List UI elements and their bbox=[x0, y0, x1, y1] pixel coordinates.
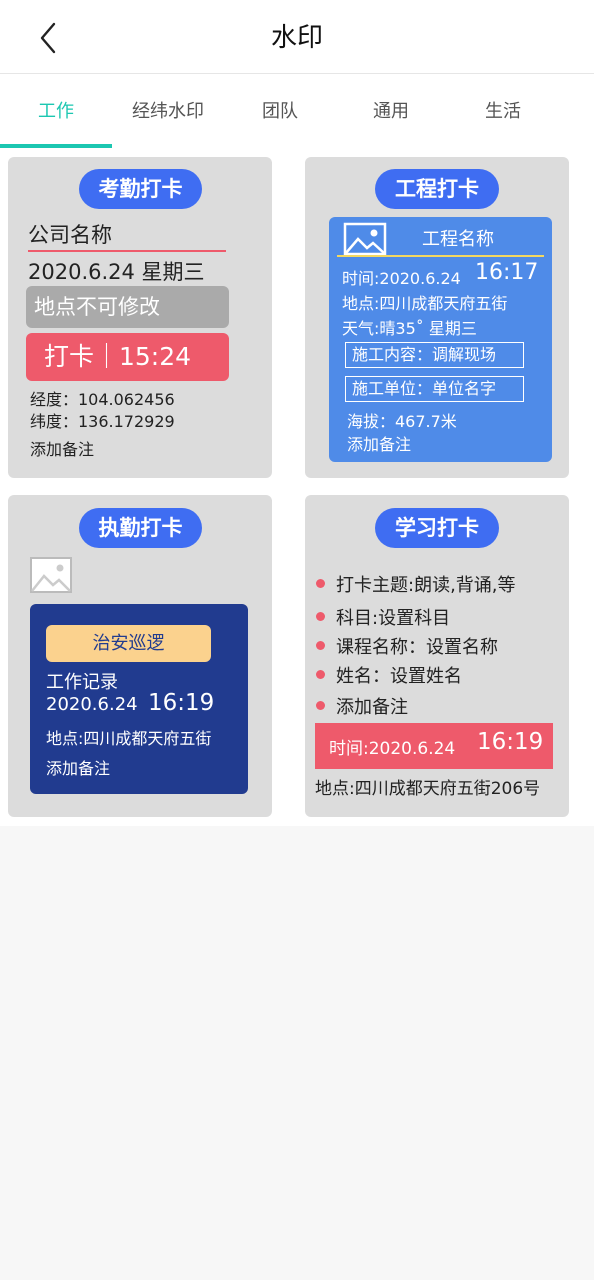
add-note: 添加备注 bbox=[30, 440, 95, 459]
card-duty[interactable]: 执勤打卡 治安巡逻 工作记录 2020.6.24 16:19 地点:四川成都天府… bbox=[8, 495, 272, 817]
card-title-pill: 考勤打卡 bbox=[79, 169, 202, 209]
project-name: 工程名称 bbox=[422, 229, 494, 250]
time: 16:19 bbox=[148, 690, 215, 716]
bullet-dot bbox=[316, 670, 325, 679]
construction-unit: 施工单位：单位名字 bbox=[345, 376, 524, 402]
red-divider bbox=[28, 250, 226, 252]
add-note: 添加备注 bbox=[347, 435, 412, 454]
tab-life[interactable]: 生活 bbox=[447, 74, 559, 148]
card-title-pill: 学习打卡 bbox=[375, 508, 499, 548]
company-name: 公司名称 bbox=[28, 223, 112, 247]
latitude: 纬度：136.172929 bbox=[30, 412, 175, 431]
tab-general[interactable]: 通用 bbox=[335, 74, 447, 148]
study-topic: 打卡主题:朗读,背诵,等 bbox=[336, 575, 516, 596]
work-record: 工作记录 bbox=[46, 672, 118, 693]
page-title: 水印 bbox=[270, 23, 323, 53]
add-note: 添加备注 bbox=[46, 759, 111, 778]
tab-team[interactable]: 团队 bbox=[224, 74, 336, 148]
study-subject: 科目:设置科目 bbox=[336, 608, 451, 629]
study-name: 姓名：设置姓名 bbox=[336, 666, 462, 687]
duty-watermark-box: 治安巡逻 工作记录 2020.6.24 16:19 地点:四川成都天府五街 添加… bbox=[30, 604, 248, 794]
card-attendance[interactable]: 考勤打卡 公司名称 2020.6.24 星期三 地点不可修改 打卡｜15:24 … bbox=[8, 157, 272, 478]
altitude: 海拔：467.7米 bbox=[347, 412, 457, 431]
bullet-dot bbox=[316, 641, 325, 650]
image-icon bbox=[30, 557, 72, 593]
punch-time-button: 打卡｜15:24 bbox=[26, 333, 229, 381]
time-value: 16:19 bbox=[477, 729, 544, 755]
date-weekday: 2020.6.24 星期三 bbox=[28, 260, 205, 284]
bullet-dot bbox=[316, 612, 325, 621]
location: 地点:四川成都天府五街 bbox=[342, 294, 508, 313]
image-icon bbox=[343, 222, 387, 256]
time-value: 16:17 bbox=[475, 260, 539, 285]
study-course: 课程名称：设置名称 bbox=[336, 637, 498, 658]
longitude: 经度：104.062456 bbox=[30, 390, 175, 409]
study-note: 添加备注 bbox=[336, 697, 408, 718]
card-title-pill: 工程打卡 bbox=[375, 169, 499, 209]
tab-bar: 工作 经纬水印 团队 通用 生活 bbox=[0, 74, 594, 148]
time-label: 时间:2020.6.24 bbox=[329, 739, 456, 759]
card-study[interactable]: 学习打卡 打卡主题:朗读,背诵,等 科目:设置科目 课程名称：设置名称 姓名：设… bbox=[305, 495, 569, 817]
location: 地点:四川成都天府五街 bbox=[46, 729, 212, 748]
header-bar: 水印 bbox=[0, 0, 594, 74]
bullet-dot bbox=[316, 701, 325, 710]
bullet-dot bbox=[316, 579, 325, 588]
patrol-badge: 治安巡逻 bbox=[46, 625, 211, 662]
location-locked: 地点不可修改 bbox=[26, 286, 229, 328]
yellow-divider bbox=[337, 255, 544, 257]
tab-work[interactable]: 工作 bbox=[0, 74, 112, 148]
card-title-pill: 执勤打卡 bbox=[79, 508, 202, 548]
study-time-bar: 时间:2020.6.24 16:19 bbox=[315, 723, 553, 769]
card-engineering[interactable]: 工程打卡 工程名称 时间:2020.6.24 16:17 地点:四川成都天府五街… bbox=[305, 157, 569, 478]
time-label: 时间:2020.6.24 bbox=[342, 269, 461, 288]
weather: 天气:晴35˚ 星期三 bbox=[342, 319, 477, 338]
engineering-watermark-box: 工程名称 时间:2020.6.24 16:17 地点:四川成都天府五街 天气:晴… bbox=[329, 217, 552, 462]
date: 2020.6.24 bbox=[46, 694, 138, 715]
location: 地点:四川成都天府五街206号 bbox=[315, 779, 541, 799]
tab-latlng-watermark[interactable]: 经纬水印 bbox=[112, 74, 224, 148]
construction-content: 施工内容：调解现场 bbox=[345, 342, 524, 368]
